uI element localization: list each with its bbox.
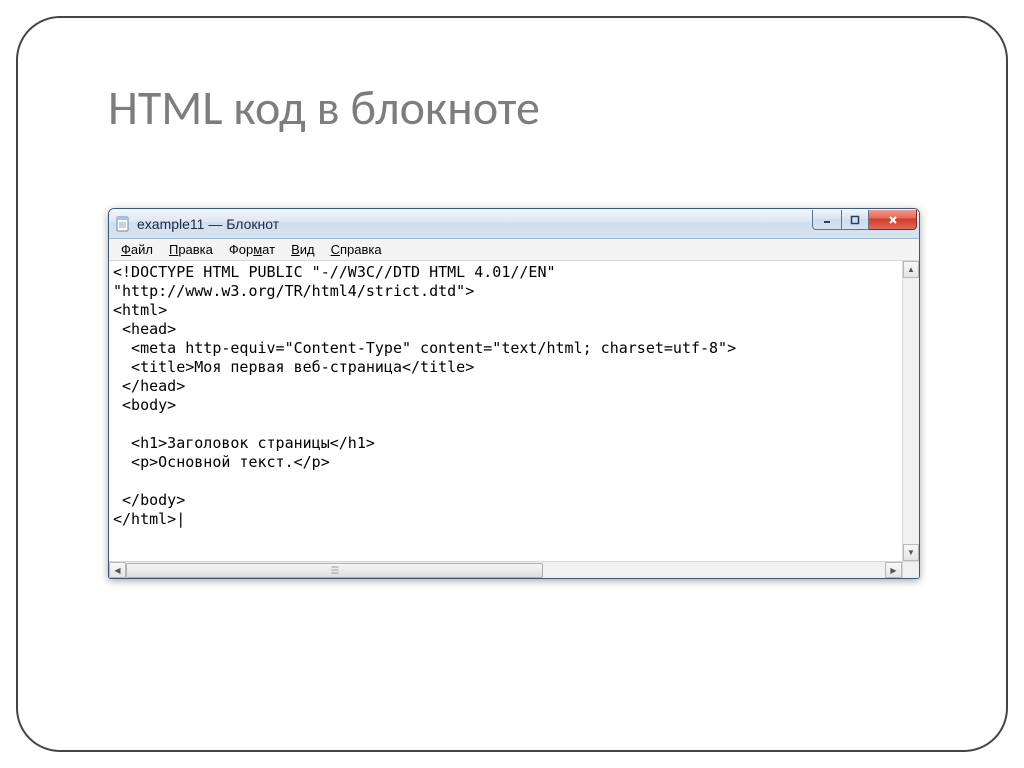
notepad-icon (115, 216, 131, 232)
client-area: <!DOCTYPE HTML PUBLIC "-//W3C//DTD HTML … (109, 261, 919, 561)
hscroll-track[interactable] (126, 562, 885, 578)
scrollbar-corner (902, 562, 919, 578)
vertical-scrollbar[interactable]: ▲ ▼ (902, 261, 919, 561)
window-title: example11 — Блокнот (137, 209, 812, 239)
scroll-up-button[interactable]: ▲ (903, 261, 919, 278)
menu-view[interactable]: Вид (283, 240, 323, 259)
menu-help[interactable]: Справка (323, 240, 390, 259)
titlebar[interactable]: example11 — Блокнот (109, 209, 919, 239)
text-area[interactable]: <!DOCTYPE HTML PUBLIC "-//W3C//DTD HTML … (109, 261, 902, 561)
slide-frame: HTML код в блокноте example11 — Блокнот (16, 16, 1008, 752)
menu-file[interactable]: Файл (113, 240, 161, 259)
minimize-button[interactable] (812, 210, 842, 230)
vscroll-track[interactable] (903, 278, 919, 544)
window-controls (812, 210, 917, 230)
hscroll-thumb[interactable] (126, 563, 543, 578)
scroll-right-button[interactable]: ▶ (885, 562, 902, 578)
scroll-down-button[interactable]: ▼ (903, 544, 919, 561)
close-button[interactable] (869, 210, 917, 230)
scroll-left-button[interactable]: ◀ (109, 562, 126, 578)
menu-edit[interactable]: Правка (161, 240, 221, 259)
menubar: Файл Правка Формат Вид Справка (109, 239, 919, 261)
menu-format[interactable]: Формат (221, 240, 283, 259)
slide-title: HTML код в блокноте (108, 78, 540, 137)
horizontal-scrollbar[interactable]: ◀ ▶ (109, 561, 919, 578)
notepad-window: example11 — Блокнот Файл Правка Формат В… (108, 208, 920, 579)
maximize-button[interactable] (842, 210, 869, 230)
